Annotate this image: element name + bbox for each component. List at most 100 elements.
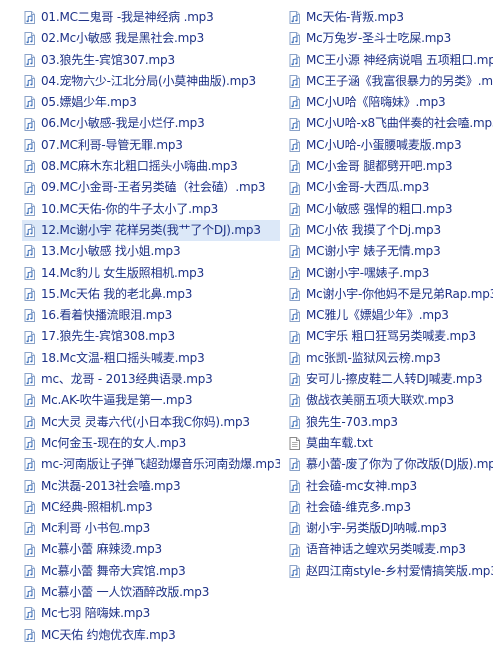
audio-file-item[interactable]: MC雅儿《嫖娼少年》.mp3 bbox=[287, 305, 493, 326]
file-name: MC天佑 约炮优衣库.mp3 bbox=[41, 627, 176, 642]
audio-file-icon bbox=[22, 543, 37, 558]
audio-file-item[interactable]: mc-河南版让子弹飞超劲爆音乐河南劲爆.mp3 bbox=[22, 454, 280, 475]
audio-file-item[interactable]: 06.Mc小敏感-我是小烂仔.mp3 bbox=[22, 113, 280, 134]
file-name: 05.嫖娼少年.mp3 bbox=[41, 95, 137, 110]
file-name: 08.MC麻木东北粗口摇头小嗨曲.mp3 bbox=[41, 159, 238, 174]
file-name: MC小U哈-小蛋腰喊麦版.mp3 bbox=[306, 137, 462, 152]
audio-file-icon bbox=[22, 564, 37, 579]
audio-file-item[interactable]: 社会磕-维克多.mp3 bbox=[287, 497, 493, 518]
audio-file-item[interactable]: 15.Mc天佑 我的老北鼻.mp3 bbox=[22, 284, 280, 305]
audio-file-item[interactable]: Mc利哥 小书包.mp3 bbox=[22, 518, 280, 539]
audio-file-item[interactable]: MC小金哥 腿都劈开吧.mp3 bbox=[287, 156, 493, 177]
audio-file-item[interactable]: Mc谢小宇-你他妈不是兄弟Rap.mp3 bbox=[287, 284, 493, 305]
audio-file-item[interactable]: 慕小蕾-废了你为了你改版(DJ版).mp3 bbox=[287, 454, 493, 475]
audio-file-item[interactable]: 08.MC麻木东北粗口摇头小嗨曲.mp3 bbox=[22, 156, 280, 177]
audio-file-icon bbox=[22, 372, 37, 387]
audio-file-item[interactable]: 03.狼先生-宾馆307.mp3 bbox=[22, 50, 280, 71]
audio-file-item[interactable]: 04.宠物六少-江北分局(小莫神曲版).mp3 bbox=[22, 71, 280, 92]
audio-file-item[interactable]: 语音神话之蝗欢另类喊麦.mp3 bbox=[287, 539, 493, 560]
audio-file-item[interactable]: MC经典-照相机.mp3 bbox=[22, 497, 280, 518]
file-name: 04.宠物六少-江北分局(小莫神曲版).mp3 bbox=[41, 73, 256, 88]
audio-file-icon bbox=[287, 415, 302, 430]
audio-file-item[interactable]: MC谢小宇 婊子无情.mp3 bbox=[287, 241, 493, 262]
audio-file-icon bbox=[22, 202, 37, 217]
audio-file-icon bbox=[287, 500, 302, 515]
file-name: Mc.AK-吹牛逼我是第一.mp3 bbox=[41, 393, 193, 408]
audio-file-item[interactable]: 谢小宇-另类版DJ呐喊.mp3 bbox=[287, 518, 493, 539]
file-name: 03.狼先生-宾馆307.mp3 bbox=[41, 52, 175, 67]
audio-file-item[interactable]: MC小敏感 强悍的粗口.mp3 bbox=[287, 199, 493, 220]
audio-file-item[interactable]: Mc万兔岁-圣斗士吃屎.mp3 bbox=[287, 28, 493, 49]
audio-file-item[interactable]: mc、龙哥 - 2013经典语录.mp3 bbox=[22, 369, 280, 390]
audio-file-item[interactable]: Mc何金玉-现在的女人.mp3 bbox=[22, 433, 280, 454]
audio-file-item[interactable]: MC天佑 约炮优衣库.mp3 bbox=[22, 625, 280, 646]
file-name: MC小敏感 强悍的粗口.mp3 bbox=[306, 201, 453, 216]
file-name: 语音神话之蝗欢另类喊麦.mp3 bbox=[306, 542, 466, 557]
audio-file-icon bbox=[22, 393, 37, 408]
audio-file-icon bbox=[22, 244, 37, 259]
audio-file-item[interactable]: 18.Mc文温-粗口摇头喊麦.mp3 bbox=[22, 348, 280, 369]
audio-file-item[interactable]: 02.Mc小敏感 我是黑社会.mp3 bbox=[22, 28, 280, 49]
audio-file-item[interactable]: Mc.AK-吹牛逼我是第一.mp3 bbox=[22, 390, 280, 411]
audio-file-item[interactable]: MC小U哈-x8飞曲伴奏的社会嗑.mp3 bbox=[287, 113, 493, 134]
audio-file-item[interactable]: 10.MC天佑-你的牛子太小了.mp3 bbox=[22, 199, 280, 220]
audio-file-item[interactable]: 14.Mc豹儿 女生版照相机.mp3 bbox=[22, 263, 280, 284]
file-name: 07.MC利哥-导管无罪.mp3 bbox=[41, 137, 183, 152]
file-name: MC谢小宇 婊子无情.mp3 bbox=[306, 244, 441, 259]
audio-file-icon bbox=[22, 500, 37, 515]
audio-file-item[interactable]: 赵四江南style-乡村爱情搞笑版.mp3 bbox=[287, 561, 493, 582]
audio-file-item[interactable]: Mc慕小蕾 舞帝大宾馆.mp3 bbox=[22, 561, 280, 582]
file-name: 16.看着快播流眼泪.mp3 bbox=[41, 308, 173, 323]
audio-file-item[interactable]: 07.MC利哥-导管无罪.mp3 bbox=[22, 135, 280, 156]
audio-file-icon bbox=[22, 628, 37, 643]
audio-file-item[interactable]: 05.嫖娼少年.mp3 bbox=[22, 92, 280, 113]
audio-file-item[interactable]: MC王子涵《我富很暴力的另类》.mp3 bbox=[287, 71, 493, 92]
audio-file-item[interactable]: MC小金哥-大西瓜.mp3 bbox=[287, 177, 493, 198]
audio-file-icon bbox=[22, 10, 37, 25]
file-name: Mc七羽 陪嗨妹.mp3 bbox=[41, 606, 151, 621]
text-file-item[interactable]: 莫曲车载.txt bbox=[287, 433, 493, 454]
audio-file-item[interactable]: 社会磕-mc女神.mp3 bbox=[287, 476, 493, 497]
audio-file-item[interactable]: mc张凯-监狱风云榜.mp3 bbox=[287, 348, 493, 369]
audio-file-icon bbox=[287, 244, 302, 259]
audio-file-item[interactable]: MC谢小宇-嘿婊子.mp3 bbox=[287, 263, 493, 284]
audio-file-icon bbox=[22, 159, 37, 174]
file-name: Mc慕小蕾 麻辣烫.mp3 bbox=[41, 542, 162, 557]
audio-file-icon bbox=[22, 351, 37, 366]
audio-file-item[interactable]: MC宇乐 粗口狂骂另类喊麦.mp3 bbox=[287, 326, 493, 347]
audio-file-item[interactable]: Mc洪磊-2013社会嗑.mp3 bbox=[22, 476, 280, 497]
audio-file-item[interactable]: 16.看着快播流眼泪.mp3 bbox=[22, 305, 280, 326]
audio-file-item[interactable]: 安可儿-擦皮鞋二人转DJ喊麦.mp3 bbox=[287, 369, 493, 390]
file-name: 赵四江南style-乡村爱情搞笑版.mp3 bbox=[306, 563, 493, 578]
file-name: 慕小蕾-废了你为了你改版(DJ版).mp3 bbox=[306, 457, 493, 472]
audio-file-item[interactable]: Mc七羽 陪嗨妹.mp3 bbox=[22, 603, 280, 624]
audio-file-item[interactable]: MC小U哈《陪嗨妹》.mp3 bbox=[287, 92, 493, 113]
file-name: MC小U哈《陪嗨妹》.mp3 bbox=[306, 95, 446, 110]
file-name: 14.Mc豹儿 女生版照相机.mp3 bbox=[41, 265, 205, 280]
audio-file-item[interactable]: 狼先生-703.mp3 bbox=[287, 412, 493, 433]
file-list-pane: 01.MC二鬼哥 -我是神经病 .mp3 02.Mc小敏感 我是黑社会.mp3 03… bbox=[0, 0, 493, 613]
file-name: Mc万兔岁-圣斗士吃屎.mp3 bbox=[306, 31, 452, 46]
file-name: Mc何金玉-现在的女人.mp3 bbox=[41, 435, 187, 450]
file-name: 莫曲车载.txt bbox=[306, 435, 373, 450]
audio-file-item[interactable]: Mc慕小蕾 麻辣烫.mp3 bbox=[22, 539, 280, 560]
audio-file-item[interactable]: Mc慕小蕾 一人饮酒醉改版.mp3 bbox=[22, 582, 280, 603]
audio-file-item[interactable]: 17.狼先生-宾馆308.mp3 bbox=[22, 326, 280, 347]
audio-file-icon bbox=[22, 308, 37, 323]
audio-file-icon bbox=[22, 521, 37, 536]
audio-file-item[interactable]: 01.MC二鬼哥 -我是神经病 .mp3 bbox=[22, 7, 280, 28]
file-name: 15.Mc天佑 我的老北鼻.mp3 bbox=[41, 286, 193, 301]
audio-file-item[interactable]: MC王小源 神经病说唱 五项粗口.mp3 bbox=[287, 50, 493, 71]
audio-file-item[interactable]: MC小依 我摸了个Dj.mp3 bbox=[287, 220, 493, 241]
audio-file-icon bbox=[287, 266, 302, 281]
audio-file-item[interactable]: 12.Mc谢小宇 花样另类(我艹了个DJ).mp3 bbox=[22, 219, 280, 242]
audio-file-item[interactable]: 13.Mc小敏感 找小姐.mp3 bbox=[22, 241, 280, 262]
audio-file-item[interactable]: MC小U哈-小蛋腰喊麦版.mp3 bbox=[287, 135, 493, 156]
audio-file-item[interactable]: Mc天佑-背叛.mp3 bbox=[287, 7, 493, 28]
file-name: mc-河南版让子弹飞超劲爆音乐河南劲爆.mp3 bbox=[41, 457, 280, 472]
audio-file-item[interactable]: 傲战衣美丽五项大联欢.mp3 bbox=[287, 390, 493, 411]
audio-file-icon bbox=[22, 74, 37, 89]
file-name: MC小金哥 腿都劈开吧.mp3 bbox=[306, 159, 453, 174]
audio-file-item[interactable]: Mc大灵 灵毒六代(小日本我C你妈).mp3 bbox=[22, 412, 280, 433]
audio-file-item[interactable]: 09.MC小金哥-王者另类磕（社会磕）.mp3 bbox=[22, 177, 280, 198]
